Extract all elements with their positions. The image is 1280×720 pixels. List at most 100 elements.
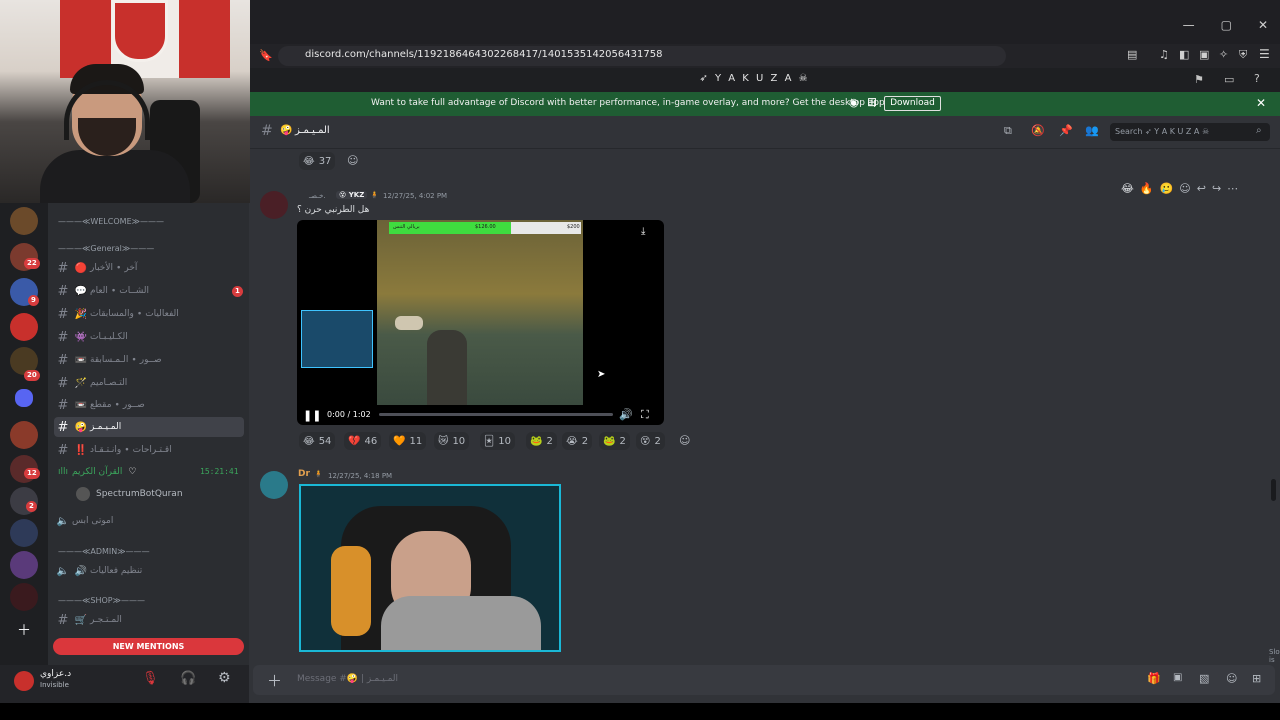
more-options-icon[interactable]: ⋯ [1227,182,1238,195]
reaction-button[interactable]: 🐸 2 [599,432,630,450]
hash-icon: # [261,123,273,139]
category-welcome[interactable]: ———≪WELCOME≫——— [58,217,164,226]
menu-icon[interactable]: ☰ [1259,47,1270,61]
category-general[interactable]: ———≪General≫——— [58,244,154,253]
channel-news[interactable]: # 🔴 آخر ∙ الأخبار [54,258,244,278]
reaction-button[interactable]: 😿 10 [434,432,470,450]
fullscreen-icon[interactable]: ⛶ [641,408,649,422]
channel-emoji: 🪄 [74,377,88,389]
notifications-icon[interactable]: 🔕 [1031,124,1045,137]
message-author[interactable]: خـصـ. [309,192,326,200]
new-mentions-button[interactable]: NEW MENTIONS [53,638,244,655]
channel-clip-images[interactable]: # 📼 صــور ∙ مقطع [54,395,244,415]
flag-icon[interactable]: ⚑ [1194,73,1204,86]
channel-emoji: 🎉 [74,308,88,320]
reaction-button[interactable]: 🧡 11 [389,432,427,450]
reaction-button[interactable]: 😂 37 [299,152,336,170]
reader-mode-icon[interactable]: ▤ [1127,48,1137,61]
forward-icon[interactable]: ↪ [1212,182,1221,195]
reaction-button[interactable]: 😵 2 [636,432,665,450]
pause-icon[interactable]: ❚❚ [303,409,321,422]
settings-icon[interactable]: ⚙ [218,670,231,686]
apps-icon[interactable]: ⊞ [1252,672,1261,685]
reply-icon[interactable]: ↩ [1197,182,1206,195]
download-icon[interactable]: ⤓ [641,226,645,237]
quick-reaction[interactable]: 🥲 [1160,182,1174,195]
server-icon[interactable] [10,551,38,579]
avatar[interactable] [14,671,34,691]
message-input[interactable]: ＋ Message #🤪 | المـيـمـز 🎁 ▣ ▧ ☺ ⊞ [253,665,1275,695]
gift-icon[interactable]: 🎁 [1147,672,1161,685]
reaction-emoji: 💔 [348,435,361,447]
attach-plus-icon[interactable]: ＋ [267,670,282,691]
avatar[interactable] [260,191,288,219]
emoji-icon[interactable]: ☺ [1226,672,1237,685]
channel-designs[interactable]: # 🪄 التـصـاميم [54,373,244,393]
video-player[interactable]: بريالي التنس $126.00 $200 ❚❚ 0:00 / 1:02… [297,220,664,425]
pin-icon[interactable]: 📌 [1059,124,1073,137]
volume-icon[interactable]: 🔊 [619,408,633,421]
folder-icon[interactable] [15,389,33,407]
channel-memes[interactable]: # 🤪 المـيـمـز [54,417,244,437]
category-shop[interactable]: ———≪SHOP≫——— [58,596,145,605]
reaction-button[interactable]: 😂 54 [299,432,336,450]
image-attachment[interactable] [299,484,561,652]
channel-suggestions[interactable]: # ‼️ اقـتـراحات ∙ وانـتـقـاد [54,440,244,460]
channel-events[interactable]: # 🎉 الفعاليات ∙ والمسابقات [54,304,244,324]
reaction-button[interactable]: 🐸 2 [526,432,557,450]
voice-channel-other[interactable]: 🔈 اموتى ابس [54,511,244,531]
server-icon[interactable] [10,313,38,341]
members-icon[interactable]: 👥 [1085,124,1099,137]
voice-channel-events[interactable]: 🔈 🔊 تنظيم فعاليات [54,561,244,581]
server-rail: 8 22 9 20 12 2 ＋ [0,185,48,665]
channel-general-chat[interactable]: # 💬 الشــات ∙ العام 1 [54,281,244,301]
video-seek-bar[interactable] [379,413,613,416]
message-author[interactable]: Dr [298,469,310,479]
search-input[interactable]: Search ➶ Y A K U Z A ☠ ⌕ [1110,123,1270,141]
add-server-icon[interactable]: ＋ [17,620,31,640]
vpn-icon[interactable]: ⛨ [1239,48,1247,62]
minimize-button[interactable]: — [1183,18,1195,32]
download-button[interactable]: Download [884,96,941,111]
voice-member[interactable]: SpectrumBotQuran [76,484,236,504]
close-window-button[interactable]: ✕ [1258,18,1268,32]
image-chair-side [331,546,371,636]
reaction-button[interactable]: 🃏 10 [480,432,515,450]
server-icon[interactable] [10,519,38,547]
wallet-icon[interactable]: ▣ [1199,48,1209,61]
sticker-icon[interactable]: ▧ [1199,672,1209,685]
help-icon[interactable]: ? [1254,72,1260,85]
server-icon[interactable] [10,583,38,611]
channel-contest-images[interactable]: # 📼 صــور ∙ الـمـسابقة [54,350,244,370]
reaction-button[interactable]: 😭 2 [562,432,593,450]
scrollbar-thumb[interactable] [1271,479,1276,501]
reaction-count: 2 [581,435,589,447]
inbox-icon[interactable]: ▭ [1224,73,1234,86]
channel-shop[interactable]: # 🛒 المـتـجـر [54,610,244,630]
hash-icon: # [57,419,69,435]
add-reaction-icon[interactable]: ☺ [1179,182,1190,195]
quick-reaction[interactable]: 😂 [1121,182,1134,195]
muted-mic-icon[interactable]: 🎙 [142,671,159,686]
avatar[interactable] [260,471,288,499]
maximize-button[interactable]: ▢ [1221,18,1232,32]
server-badge: 20 [24,370,40,381]
leo-ai-icon[interactable]: ✧ [1219,48,1228,61]
server-icon[interactable] [10,207,38,235]
voice-channel-quran[interactable]: ıllı القرآن الكريم ♡ 15:21:41 [54,462,244,482]
gif-icon[interactable]: ▣ [1173,672,1182,683]
channel-clips[interactable]: # 👾 الكـليـبـات [54,327,244,347]
quick-reaction[interactable]: 🔥 [1140,182,1154,195]
media-icon[interactable]: ♫ [1159,48,1169,61]
bookmark-icon[interactable]: 🔖 [259,49,273,62]
threads-icon[interactable]: ⧉ [1004,124,1012,138]
reaction-button[interactable]: 💔 46 [344,432,382,450]
server-icon[interactable] [10,421,38,449]
sidebar-toggle-icon[interactable]: ◧ [1179,48,1189,61]
category-admin[interactable]: ———≪ADMIN≫——— [58,547,150,556]
image-body [381,596,541,650]
headphones-icon[interactable]: 🎧 [180,671,196,686]
add-reaction-icon[interactable]: ☺ [679,434,690,447]
add-reaction-icon[interactable]: ☺ [347,154,358,167]
close-banner-icon[interactable]: ✕ [1256,96,1266,110]
